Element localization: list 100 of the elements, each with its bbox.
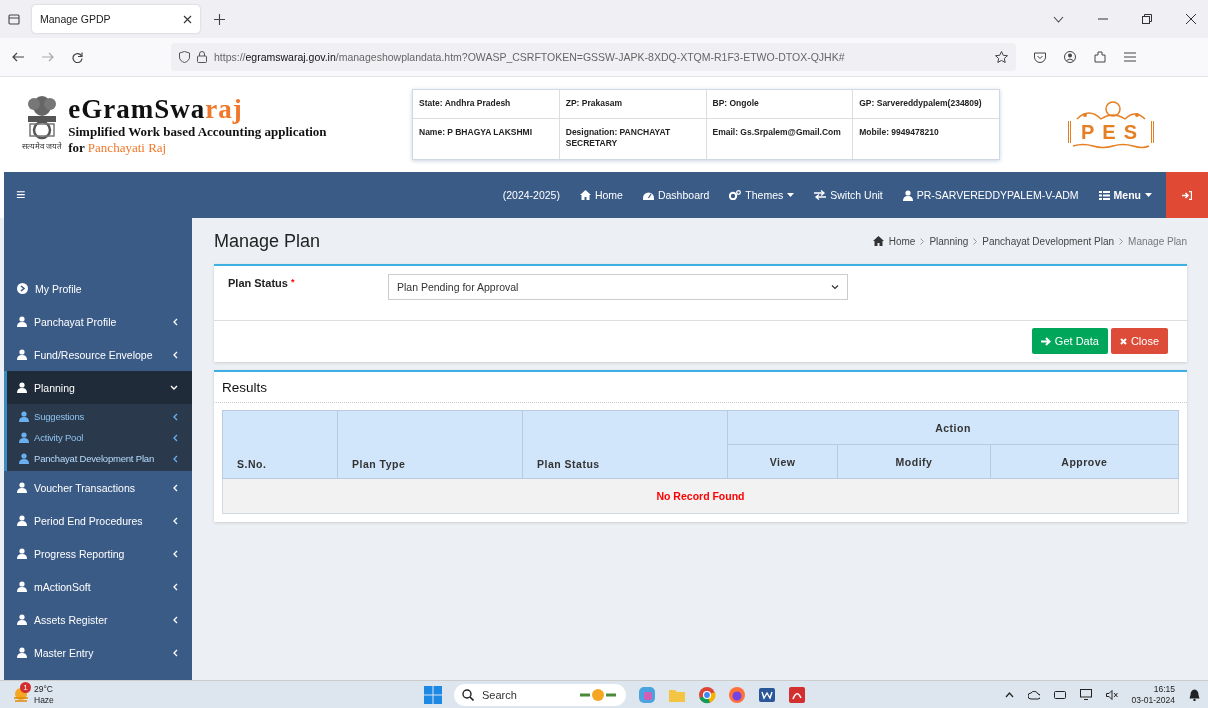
grid-icon [1098, 190, 1110, 200]
keyboard-icon[interactable] [1053, 689, 1066, 700]
caret-down-icon [787, 193, 795, 197]
column-header: S.No. [222, 410, 338, 479]
menu-toggle[interactable]: ≡ [4, 186, 38, 204]
plan-status-select[interactable]: Plan Pending for Approval [388, 274, 848, 300]
sidebar-item[interactable]: Voucher Transactions [4, 471, 192, 504]
swap-arrows-icon [814, 190, 827, 200]
pdf-icon[interactable] [788, 685, 806, 704]
dashboard-icon [642, 190, 654, 200]
sign-out-icon [1182, 190, 1192, 200]
url-text: https://egramswaraj.gov.in/manageshowplandata.htm?OWASP_CSRFTOKEN=GSSW-JAPK-8XDQ-XTQM-R1F3-ETWO-DTOX-QJHK# [214, 51, 845, 63]
chevron-up-icon[interactable] [1004, 691, 1014, 698]
chevron-left-icon [172, 582, 178, 591]
sidebar-item[interactable]: mActionSoft [4, 570, 192, 603]
user-icon [17, 548, 27, 559]
sidebar-item[interactable]: Master Entry [4, 636, 192, 669]
column-header: Approve [990, 444, 1179, 479]
chevron-left-icon [172, 516, 178, 525]
chevron-left-icon [172, 317, 178, 326]
firefox-icon[interactable] [728, 685, 746, 704]
arrow-right-icon [1040, 336, 1051, 346]
nav-link[interactable]: Home [569, 189, 633, 201]
chevron-right-icon [920, 237, 925, 245]
search-icon [462, 688, 474, 701]
menu-icon[interactable] [1124, 52, 1136, 62]
extensions-icon[interactable] [1094, 51, 1106, 63]
home-icon [579, 190, 591, 200]
section-title: Results [214, 372, 1187, 403]
speaker-muted-icon[interactable] [1105, 689, 1118, 700]
info-cell: BP: Ongole [705, 90, 853, 118]
reload-icon[interactable] [72, 51, 83, 63]
copilot-icon[interactable] [638, 685, 656, 704]
info-cell: ZP: Prakasam [558, 90, 706, 118]
back-icon[interactable] [12, 52, 24, 62]
info-cell: Mobile: 9949478210 [852, 119, 999, 159]
breadcrumb-link[interactable]: Planning [929, 235, 969, 247]
sidebar-item[interactable]: Fund/Resource Envelope [4, 338, 192, 371]
breadcrumb-link[interactable]: Home [888, 235, 916, 247]
sidebar-item[interactable]: Planning [4, 371, 192, 404]
info-cell: Designation: PANCHAYAT SECRETARY [558, 119, 706, 159]
restore-icon[interactable] [1142, 14, 1152, 24]
cloud-icon[interactable] [1027, 689, 1040, 700]
chevron-left-icon [172, 483, 178, 492]
nav-link[interactable]: Menu [1088, 189, 1162, 201]
breadcrumb-link[interactable]: Panchayat Development Plan [982, 235, 1115, 247]
sidebar-item[interactable]: Period End Procedures [4, 504, 192, 537]
close-button[interactable]: Close [1110, 328, 1168, 354]
clock[interactable]: 16:15 03-01-2024 [1131, 683, 1175, 706]
column-header: Plan Type [337, 410, 523, 479]
nav-link[interactable]: Switch Unit [804, 189, 893, 201]
column-header: Plan Status [522, 410, 728, 479]
sidebar-item[interactable]: My Profile [4, 272, 192, 305]
star-icon[interactable] [995, 51, 1008, 63]
nav-link[interactable]: PR-SARVEREDDYPALEM-V-ADM [892, 189, 1089, 201]
chevron-left-icon [172, 454, 178, 463]
chevron-down-icon[interactable] [1053, 15, 1064, 23]
submenu-item[interactable]: Panchayat Development Plan [7, 448, 192, 469]
home-icon [872, 236, 884, 246]
close-icon[interactable] [183, 14, 192, 24]
taskbar-search[interactable]: Search [454, 683, 626, 706]
chevron-left-icon [172, 648, 178, 657]
chevron-left-icon [172, 615, 178, 624]
chevron-down-icon [170, 384, 178, 391]
submenu-item[interactable]: Activity Pool [7, 427, 192, 448]
browser-tab[interactable]: Manage GPDP [32, 5, 200, 33]
user-icon [17, 515, 27, 526]
new-tab-icon[interactable] [214, 13, 225, 25]
chevron-left-icon [172, 412, 178, 421]
empty-message: No Record Found [222, 478, 1179, 514]
column-header: View [727, 444, 838, 479]
caret-down-icon [1145, 193, 1152, 197]
breadcrumb-current: Manage Plan [1128, 235, 1187, 247]
pocket-icon[interactable] [1034, 51, 1046, 63]
monitor-icon[interactable] [1079, 689, 1092, 700]
close-icon[interactable] [1186, 14, 1196, 24]
chevron-right-icon [1119, 237, 1124, 245]
account-icon[interactable] [1064, 51, 1076, 63]
info-cell-text: Name: P BHAGYA LAKSHMI [418, 126, 534, 139]
lock-icon [197, 51, 207, 63]
sidebar-item[interactable]: Progress Reporting [4, 537, 192, 570]
submenu-item[interactable]: Suggestions [7, 406, 192, 427]
chrome-icon[interactable] [698, 685, 716, 704]
bell-icon[interactable] [1189, 688, 1200, 701]
nav-link[interactable]: Themes [719, 189, 805, 201]
info-cell: Email: Gs.Srpalem@Gmail.Com [705, 119, 853, 159]
user-icon [17, 647, 27, 658]
start-icon[interactable] [424, 685, 442, 704]
nav-link[interactable]: Dashboard [632, 189, 720, 201]
weather-text: Haze [34, 694, 54, 706]
sun-drawing [578, 686, 618, 703]
address-bar[interactable]: https://egramswaraj.gov.in/manageshowplandata.htm?OWASP_CSRFTOKEN=GSSW-JAPK-8XDQ-XTQM-R1F3-ETWO-DTOX-QJHK# [171, 43, 1016, 71]
word-icon[interactable] [758, 685, 776, 704]
user-icon [19, 432, 29, 443]
sidebar-item[interactable]: Assets Register [4, 603, 192, 636]
user-icon [19, 411, 29, 422]
sidebar-item[interactable]: Panchayat Profile [4, 305, 192, 338]
close-icon [1119, 337, 1127, 345]
tab-title: Manage GPDP [40, 13, 111, 25]
tab-list-icon[interactable] [8, 13, 20, 25]
